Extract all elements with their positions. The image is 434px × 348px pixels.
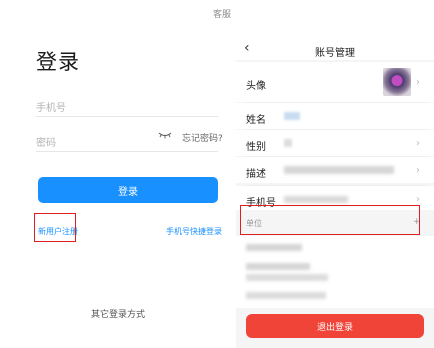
chevron-right-icon: › bbox=[416, 77, 420, 88]
password-input[interactable]: 密码 bbox=[36, 131, 146, 149]
unit-highlight-box bbox=[240, 205, 420, 235]
logout-button[interactable]: 退出登录 bbox=[246, 314, 424, 338]
login-screen: 客服 登录 手机号 密码 忘记密码? 登录 新用户注册 手机号快捷登录 其它登录… bbox=[0, 0, 236, 348]
login-button[interactable]: 登录 bbox=[38, 177, 218, 203]
gender-value-redacted bbox=[284, 139, 292, 147]
unit-item-redacted[interactable] bbox=[246, 292, 326, 299]
register-highlight-box bbox=[34, 213, 76, 242]
login-title: 登录 bbox=[36, 50, 80, 74]
unit-item-redacted[interactable] bbox=[246, 244, 302, 251]
description-value-redacted bbox=[284, 166, 394, 174]
phone-placeholder: 手机号 bbox=[36, 103, 66, 114]
other-login-methods[interactable]: 其它登录方式 bbox=[0, 307, 236, 320]
phone-value-redacted bbox=[284, 196, 348, 203]
phone-underline bbox=[36, 116, 218, 117]
unit-item-redacted[interactable] bbox=[246, 263, 310, 270]
password-underline bbox=[36, 151, 218, 152]
password-placeholder: 密码 bbox=[36, 138, 56, 149]
gender-label: 性别 bbox=[246, 142, 266, 153]
chevron-right-icon: › bbox=[416, 194, 420, 205]
unit-item-redacted[interactable] bbox=[246, 274, 328, 281]
quick-login-link[interactable]: 手机号快捷登录 bbox=[166, 226, 222, 237]
chevron-right-icon: › bbox=[416, 165, 420, 176]
name-value-redacted bbox=[284, 112, 300, 120]
description-label: 描述 bbox=[246, 169, 266, 180]
avatar[interactable] bbox=[383, 68, 411, 96]
avatar-label: 头像 bbox=[246, 81, 266, 92]
chevron-right-icon: › bbox=[416, 138, 420, 149]
eye-closed-icon[interactable] bbox=[158, 131, 172, 139]
account-title: 账号管理 bbox=[315, 48, 355, 59]
customer-service-link[interactable]: 客服 bbox=[213, 7, 231, 20]
name-label: 姓名 bbox=[246, 115, 266, 126]
phone-input[interactable]: 手机号 bbox=[36, 96, 218, 114]
forgot-password-link[interactable]: 忘记密码? bbox=[182, 131, 223, 144]
